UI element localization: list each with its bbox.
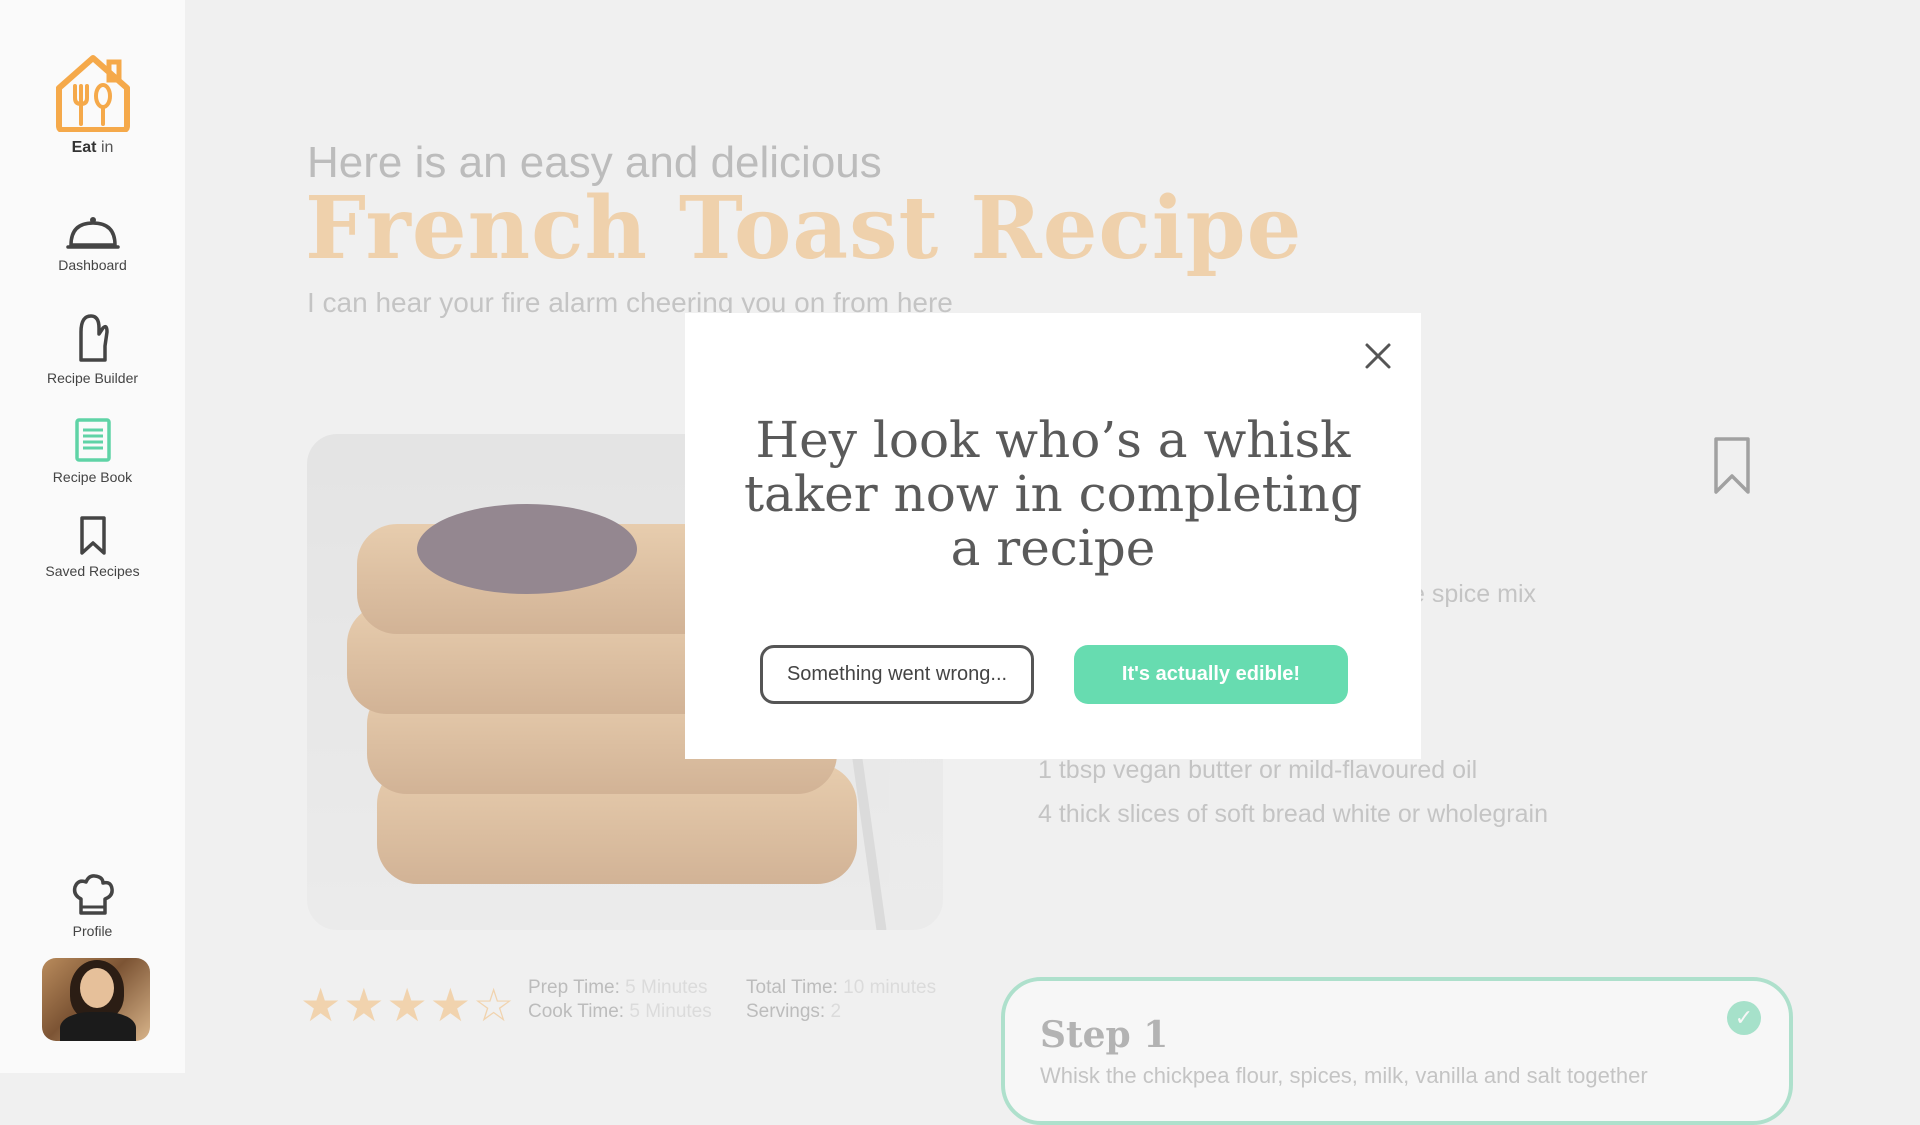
something-went-wrong-button[interactable]: Something went wrong... <box>760 645 1034 704</box>
house-utensils-icon <box>55 55 130 133</box>
ingredient-item: 4 thick slices of soft bread white or wh… <box>1038 800 1548 828</box>
avatar-shirt <box>60 1012 136 1041</box>
avatar[interactable] <box>42 958 150 1041</box>
recipe-title: French Toast Recipe <box>305 178 1303 279</box>
servings: Servings: 2 <box>746 1001 841 1023</box>
sidebar-item-recipe-builder[interactable]: Recipe Builder <box>0 312 185 386</box>
sidebar-item-label: Recipe Book <box>52 469 133 485</box>
cloche-icon <box>65 217 120 249</box>
bookmark-icon <box>79 516 106 555</box>
sidebar-item-label: Dashboard <box>58 257 127 273</box>
sidebar: Eat in Dashboard Recipe Builder Recipe B… <box>0 0 185 1073</box>
prep-time-value: 5 Minutes <box>625 977 708 998</box>
cook-time-value: 5 Minutes <box>629 1001 712 1022</box>
app-logo[interactable]: Eat in <box>50 52 135 157</box>
step-card[interactable]: Step 1 Whisk the chickpea flour, spices,… <box>1001 977 1793 1125</box>
bookmark-icon[interactable] <box>1712 436 1752 496</box>
star-filled-icon[interactable]: ★ <box>343 979 386 1031</box>
sidebar-item-dashboard[interactable]: Dashboard <box>0 215 185 273</box>
step-text: Whisk the chickpea flour, spices, milk, … <box>1040 1063 1648 1088</box>
total-time: Total Time: 10 minutes <box>746 977 936 999</box>
modal-title: Hey look who’s a whisk taker now in comp… <box>743 411 1363 577</box>
actually-edible-button[interactable]: It's actually edible! <box>1074 645 1348 704</box>
recipe-book-icon <box>74 418 111 462</box>
star-empty-icon[interactable]: ☆ <box>473 979 516 1031</box>
check-icon[interactable]: ✓ <box>1727 1001 1761 1035</box>
cook-time: Cook Time: 5 Minutes <box>528 1001 712 1023</box>
chef-hat-icon <box>72 874 114 915</box>
step-title: Step 1 <box>1040 1014 1169 1056</box>
ingredient-item: e spice mix <box>1411 580 1537 608</box>
sidebar-item-recipe-book[interactable]: Recipe Book <box>0 417 185 485</box>
total-time-label: Total Time: <box>746 977 838 998</box>
sidebar-item-profile[interactable]: Profile <box>0 873 185 939</box>
prep-time-label: Prep Time: <box>528 977 620 998</box>
completion-modal: Hey look who’s a whisk taker now in comp… <box>685 313 1421 759</box>
ingredient-item: 1 tbsp vegan butter or mild-flavoured oi… <box>1038 756 1478 784</box>
oven-mitt-icon <box>78 314 109 362</box>
total-time-value: 10 minutes <box>843 977 937 998</box>
star-filled-icon[interactable]: ★ <box>430 979 473 1031</box>
logo-brand-rest: in <box>96 139 114 156</box>
cook-time-label: Cook Time: <box>528 1001 625 1022</box>
sidebar-item-label: Profile <box>72 923 113 939</box>
servings-value: 2 <box>830 1001 842 1022</box>
sidebar-item-label: Saved Recipes <box>45 563 140 579</box>
close-icon[interactable] <box>1361 339 1395 373</box>
sidebar-item-label: Recipe Builder <box>46 370 139 386</box>
avatar-face <box>80 968 114 1008</box>
servings-label: Servings: <box>746 1001 826 1022</box>
berries <box>417 504 637 594</box>
logo-brand-bold: Eat <box>71 139 97 156</box>
sidebar-item-saved-recipes[interactable]: Saved Recipes <box>0 515 185 579</box>
star-rating[interactable]: ★★★★☆ <box>300 978 516 1032</box>
star-filled-icon[interactable]: ★ <box>300 979 343 1031</box>
star-filled-icon[interactable]: ★ <box>387 979 430 1031</box>
prep-time: Prep Time: 5 Minutes <box>528 977 708 999</box>
logo-text: Eat in <box>50 139 135 157</box>
